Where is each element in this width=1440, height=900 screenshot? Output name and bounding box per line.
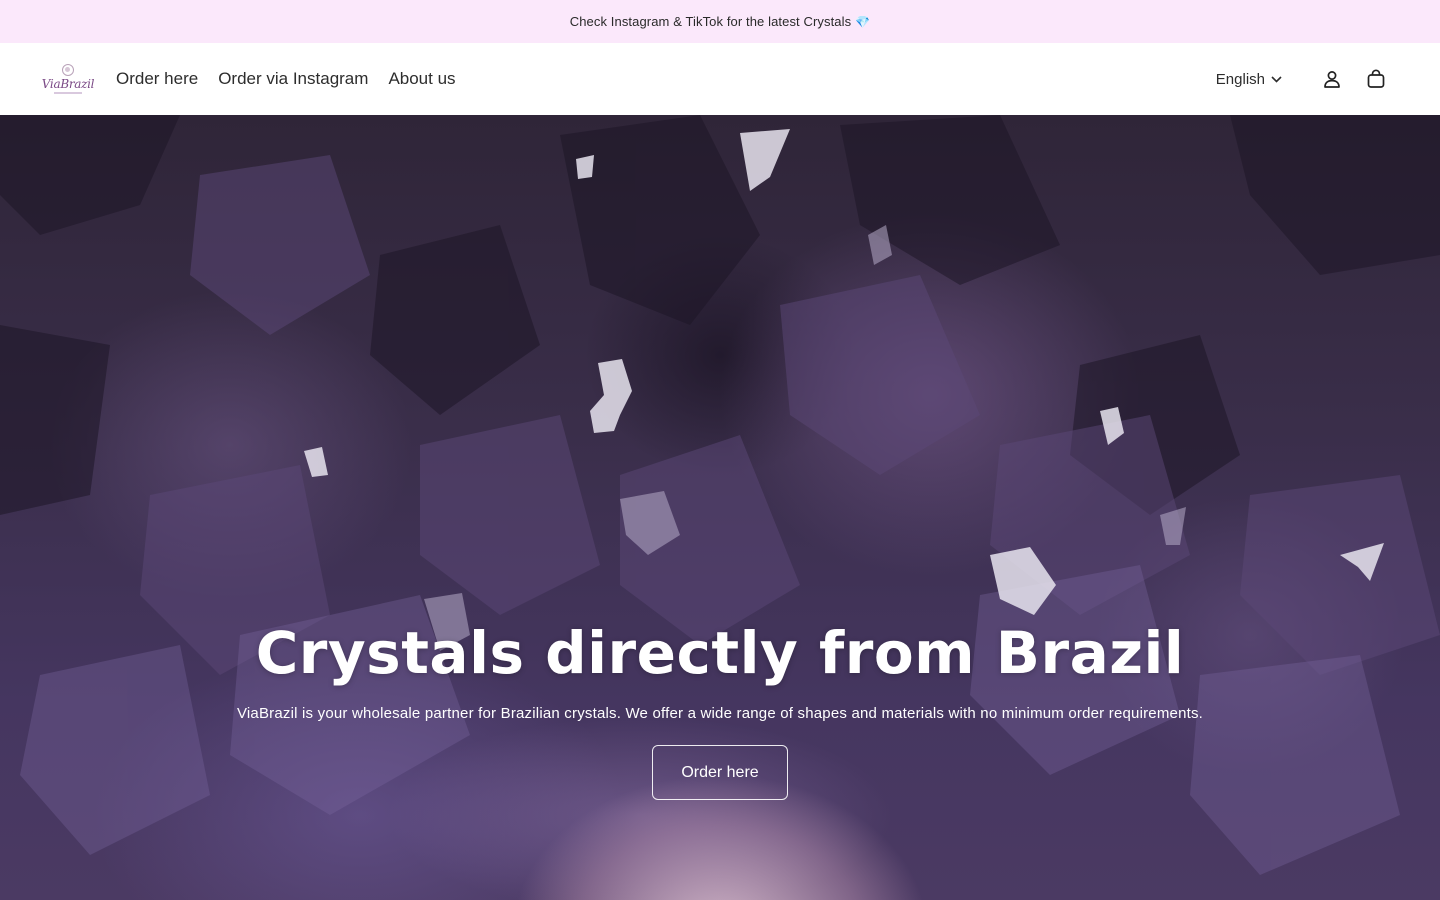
- site-header: ViaBrazil Order here Order via Instagram…: [0, 43, 1440, 115]
- hero-subtitle: ViaBrazil is your wholesale partner for …: [236, 705, 1204, 722]
- logo-mark-icon: [62, 64, 74, 76]
- nav-about-us[interactable]: About us: [388, 69, 455, 89]
- main-nav: Order here Order via Instagram About us: [116, 43, 456, 115]
- chevron-down-icon: [1271, 75, 1282, 83]
- header-actions: English: [1216, 43, 1390, 115]
- announcement-text: Check Instagram & TikTok for the latest …: [569, 14, 852, 29]
- hero-content: Crystals directly from Brazil ViaBrazil …: [0, 615, 1440, 800]
- hero-banner: Crystals directly from Brazil ViaBrazil …: [0, 115, 1440, 900]
- brand-logo[interactable]: ViaBrazil: [40, 59, 96, 99]
- nav-order-here[interactable]: Order here: [116, 69, 198, 89]
- language-selector[interactable]: English: [1216, 71, 1282, 88]
- cart-icon[interactable]: [1362, 65, 1390, 93]
- logo-underline: [54, 92, 82, 94]
- gem-emoji-icon: 💎: [855, 14, 871, 29]
- announcement-bar: Check Instagram & TikTok for the latest …: [0, 0, 1440, 43]
- order-here-button[interactable]: Order here: [652, 745, 788, 800]
- logo-text: ViaBrazil: [41, 77, 95, 91]
- nav-order-via-instagram[interactable]: Order via Instagram: [218, 69, 368, 89]
- language-label: English: [1215, 70, 1265, 88]
- hero-title: Crystals directly from Brazil: [255, 619, 1185, 687]
- account-icon[interactable]: [1318, 65, 1346, 93]
